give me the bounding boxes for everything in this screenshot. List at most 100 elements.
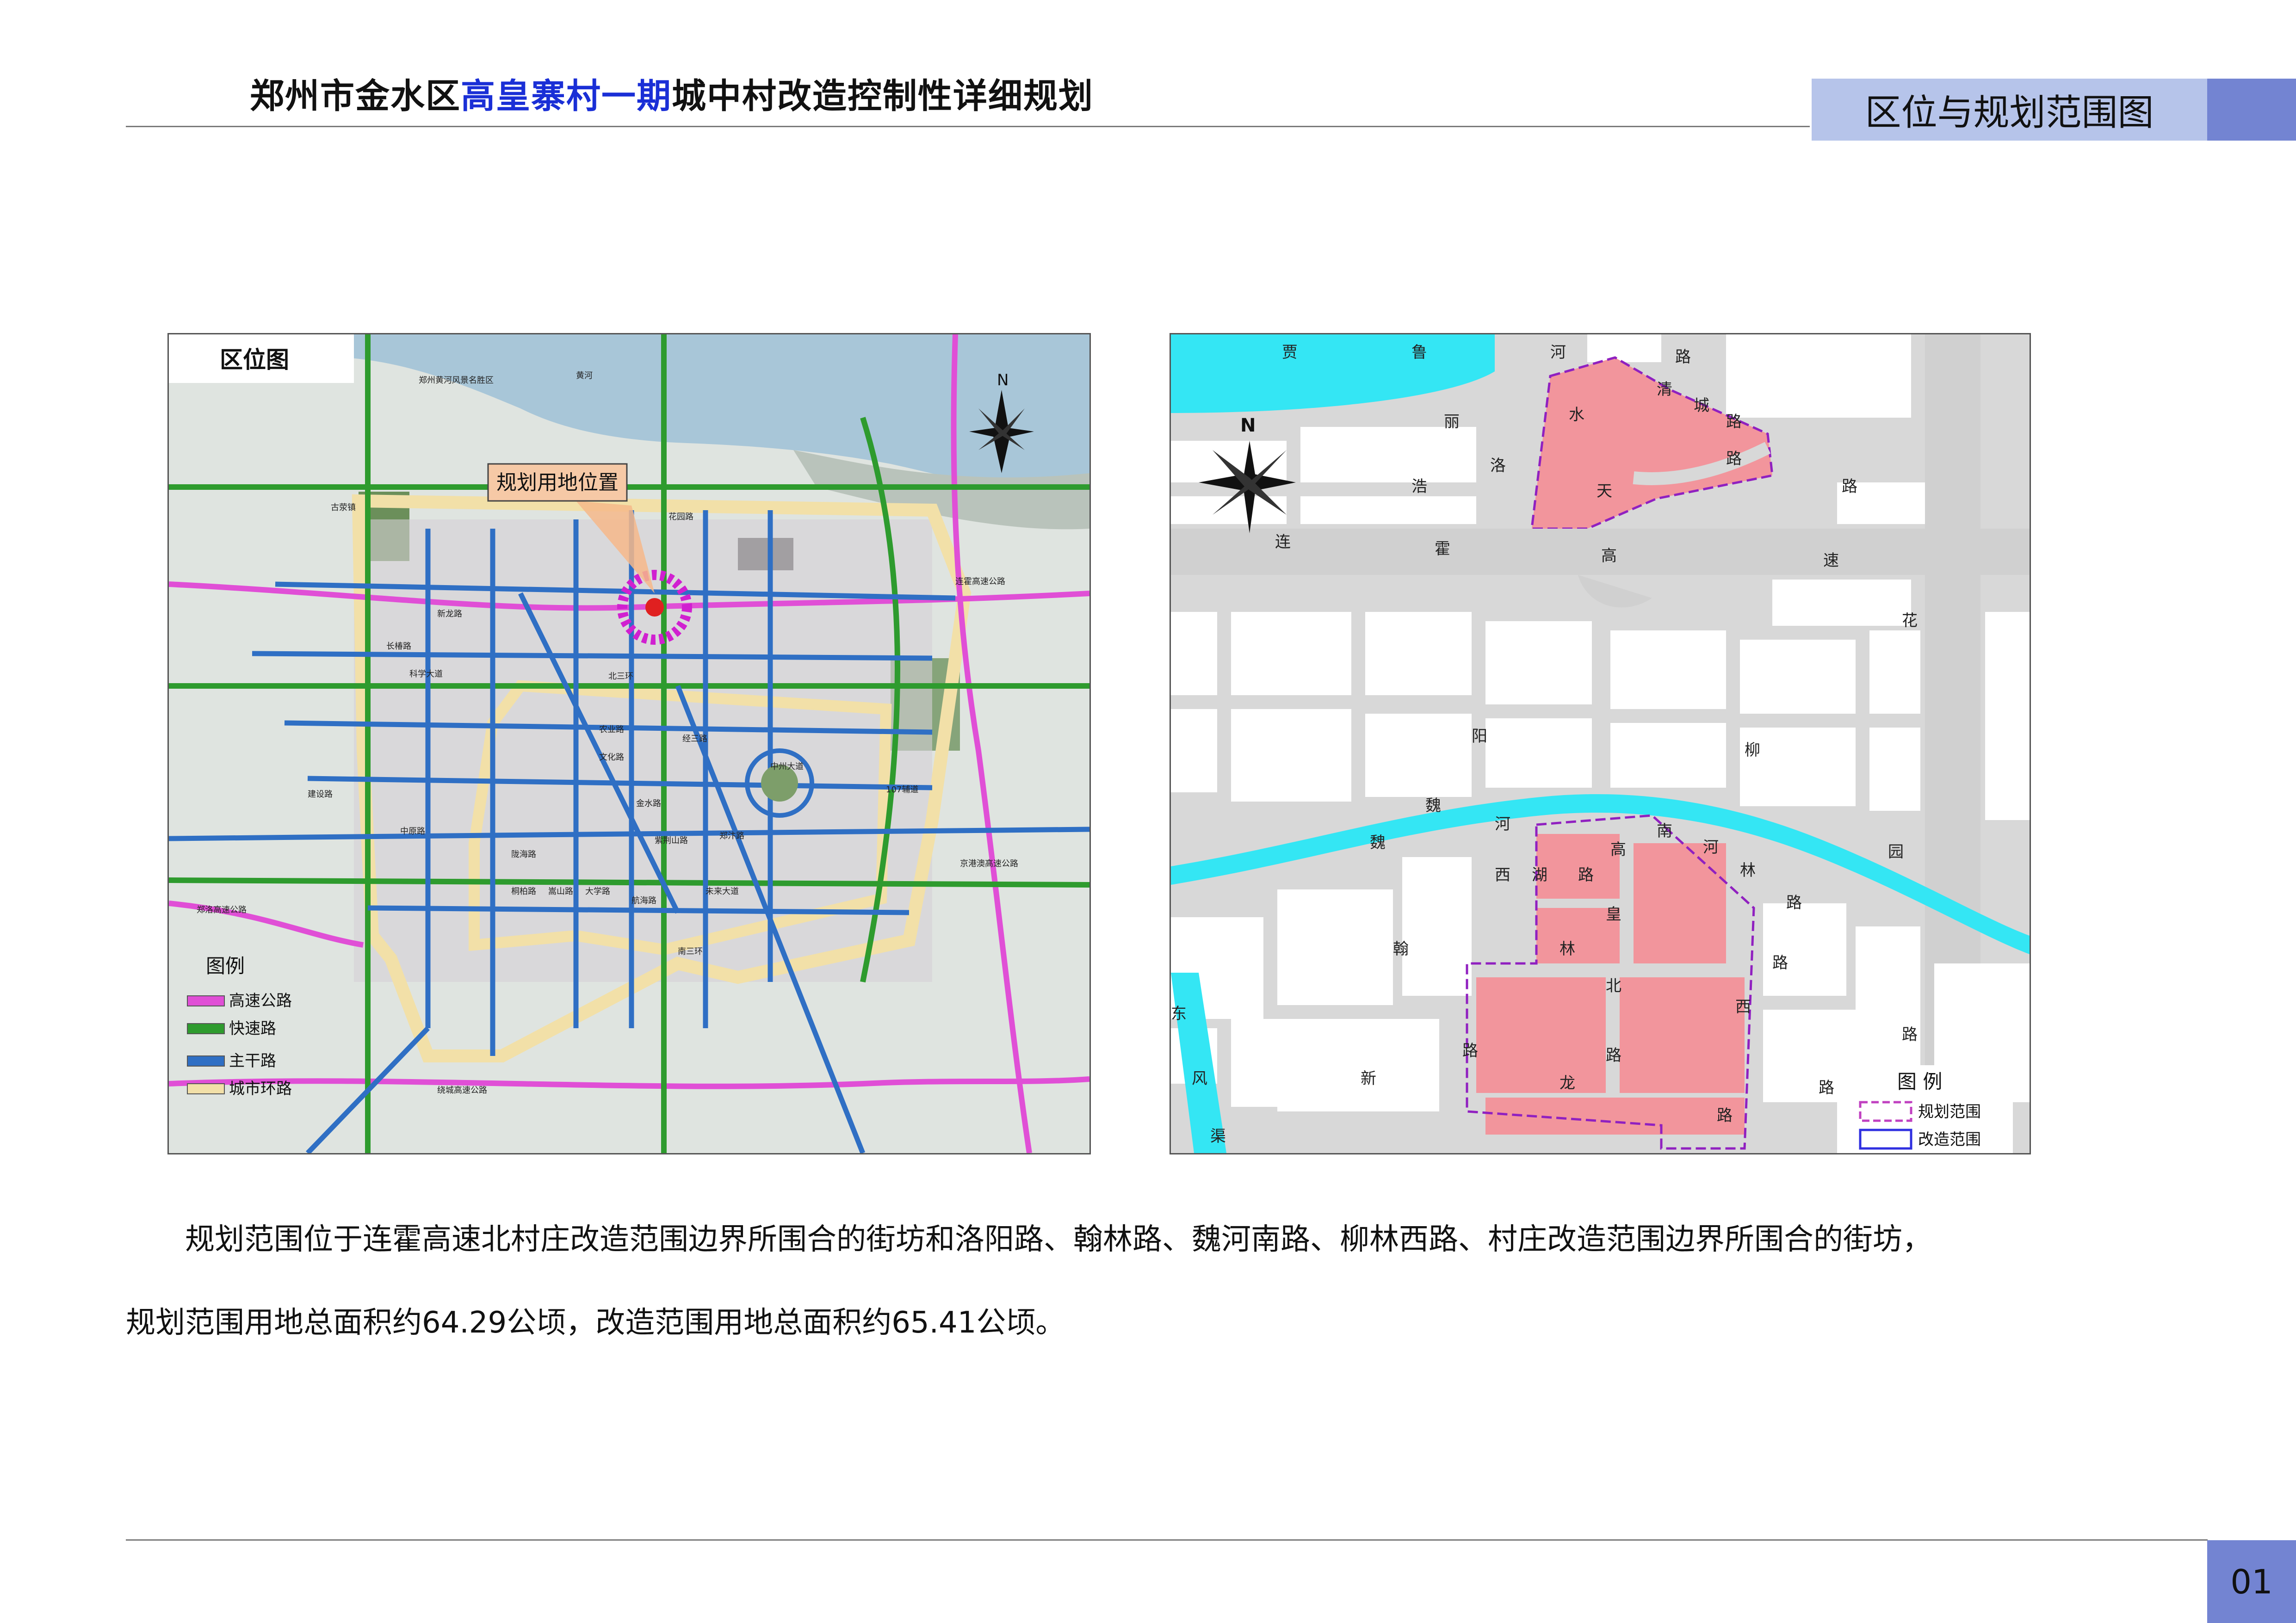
road-char: 路 [1675,348,1691,366]
description: 规划范围位于连霍高速北村庄改造范围边界所围合的街坊和洛阳路、翰林路、魏河南路、柳… [126,1198,2161,1364]
site-map-legend: 图 例 规划范围 改造范围 [1837,1065,2013,1153]
road-char: 河 [1495,815,1510,833]
map-label: 黄河 [576,371,593,381]
legend-label-plan-boundary: 规划范围 [1918,1103,1981,1121]
road-char: 湖 [1532,866,1547,884]
road-char: 花 [1902,611,1918,630]
road-char: 北 [1606,977,1621,995]
road-char: 林 [1740,861,1756,880]
road-char: 园 [1888,843,1904,861]
road-char: 路 [1726,413,1742,431]
road-char: 魏 [1370,833,1386,852]
map-label: 连霍高速公路 [955,577,1005,586]
road-char: 魏 [1425,796,1441,815]
road-char: 西 [1495,866,1510,884]
road-char: 路 [1819,1079,1834,1097]
title-highlight: 高皇寨村一期 [461,76,672,116]
map-label: 京港澳高速公路 [960,859,1018,869]
map-label: 长椿路 [386,642,411,651]
section-title: 区位与规划范围图 [1812,79,2207,141]
road-char: 洛 [1490,457,1506,475]
map-label: 中原路 [400,827,425,836]
legend-label-renovation-boundary: 改造范围 [1918,1130,1981,1149]
road-char: 路 [1717,1106,1733,1125]
road-char: 城 [1694,396,1709,415]
road-char: 天 [1597,482,1612,500]
map-label: 107辅道 [886,785,918,795]
road-char: 风 [1192,1069,1207,1088]
map-label: 未来大道 [706,887,739,896]
page-number: 01 [2207,1540,2296,1623]
road-char: 路 [1462,1042,1478,1060]
legend-label-main-road: 主干路 [229,1052,276,1070]
road-char: 霍 [1435,540,1450,558]
road-char: 翰 [1393,940,1409,958]
compass-north-label: N [1240,415,1256,436]
road-char: 路 [1772,954,1788,972]
compass-north-label: N [997,371,1009,389]
title-part-2: 城中村改造控制性详细规划 [672,76,1094,116]
road-char: 南 [1657,822,1672,840]
legend-swatch-ring-road [187,1083,225,1094]
road-char: 新 [1361,1069,1376,1088]
road-char: 东 [1171,1005,1187,1023]
road-char: 高 [1601,547,1617,565]
site-map: N 贾 鲁 河 路 清 城 路 水 路 丽 洛 浩 天 路 连 霍 高 速 花 … [1170,333,2031,1154]
map-label: 金水路 [636,799,661,808]
description-line-2: 规划范围用地总面积约64.29公顷，改造范围用地总面积约65.41公顷。 [126,1306,1065,1340]
road-char: 柳 [1745,741,1760,759]
map-label: 经三路 [682,734,707,744]
map-label: 文化路 [599,753,624,762]
road-char: 路 [1606,1046,1621,1065]
road-char: 林 [1560,940,1575,958]
footer-divider [126,1539,2208,1541]
legend-swatch-expressway [187,1023,225,1034]
map-label: 郑州黄河风景名胜区 [419,376,494,385]
road-char: 阳 [1472,727,1487,746]
legend-label-expressway: 快速路 [229,1019,276,1038]
road-char: 浩 [1411,477,1427,496]
road-char: 路 [1726,450,1742,468]
legend-label-ring-road: 城市环路 [229,1080,292,1098]
road-char: 清 [1657,380,1672,399]
title-part-1: 郑州市金水区 [250,76,461,116]
description-line-1: 规划范围位于连霍高速北村庄改造范围边界所围合的街坊和洛阳路、翰林路、魏河南路、柳… [126,1198,2161,1281]
section-accent-block [2207,79,2296,141]
map-label: 嵩山路 [548,887,573,896]
site-location-dot [645,598,664,617]
road-char: 渠 [1210,1127,1226,1146]
road-char: 路 [1578,866,1594,884]
header-divider [126,126,1810,127]
map-label: 大学路 [585,887,610,896]
description-text-1: 规划范围位于连霍高速北村庄改造范围边界所围合的街坊和洛阳路、翰林路、魏河南路、柳… [185,1222,1932,1257]
map-label: 郑洛高速公路 [197,905,247,915]
road-char: 鲁 [1411,343,1427,362]
legend-swatch-highway [187,995,225,1006]
map-label: 花园路 [668,512,693,522]
road-char: 连 [1275,533,1291,551]
road-char: 丽 [1444,413,1460,431]
document-title: 郑州市金水区高皇寨村一期城中村改造控制性详细规划 [250,68,1094,118]
map-label: 北三环 [608,672,633,681]
legend-swatch-main-road [187,1055,225,1067]
map-label: 南三环 [678,947,703,957]
map-label: 郑汴路 [719,831,744,841]
map-label: 中州大道 [770,762,804,771]
road-char: 河 [1550,343,1566,362]
road-char: 水 [1569,406,1584,424]
road-char: 皇 [1606,905,1621,924]
lianhuo-expressway [1171,529,2030,575]
road-char: 龙 [1560,1074,1575,1092]
road-char: 高 [1610,840,1626,859]
map-label: 新龙路 [437,609,462,619]
map-label: 古荥镇 [331,503,356,512]
map-label: 建设路 [308,790,333,799]
road-char: 贾 [1282,343,1298,362]
map-label: 绕城高速公路 [437,1086,487,1095]
legend-title: 图例 [206,955,245,977]
site-map-canvas: N 贾 鲁 河 路 清 城 路 水 路 丽 洛 浩 天 路 连 霍 高 速 花 … [1171,334,2030,1153]
map-label: 桐柏路 [511,887,536,896]
map-label: 陇海路 [511,850,536,859]
road-char: 西 [1735,998,1751,1016]
map-label: 科学大道 [409,669,443,679]
